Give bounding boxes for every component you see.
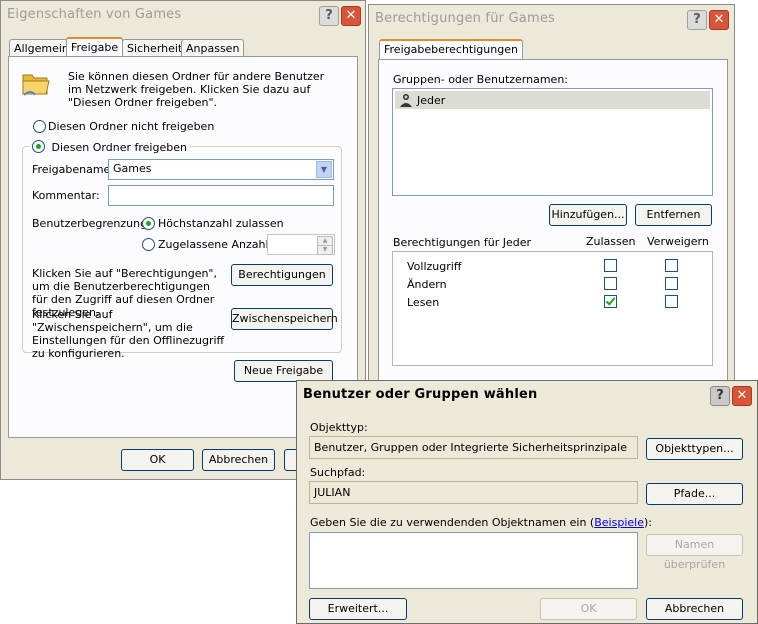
users-group-icon	[399, 93, 413, 107]
table-row: Ändern	[393, 276, 712, 292]
radio-allowed-count-label[interactable]: Zugelassene Anzahl:	[158, 238, 272, 251]
table-row: Lesen	[393, 294, 712, 310]
comment-label: Kommentar:	[32, 189, 100, 202]
radio-max-allowed-label[interactable]: Höchstanzahl zulassen	[158, 217, 284, 230]
window-title: Benutzer oder Gruppen wählen	[303, 387, 538, 402]
allow-checkbox[interactable]	[604, 295, 617, 308]
perm-name: Ändern	[407, 278, 447, 291]
titlebar[interactable]: Eigenschaften von Games ? ✕	[1, 1, 365, 29]
allow-checkbox[interactable]	[604, 277, 617, 290]
help-button[interactable]: ?	[319, 6, 339, 26]
ok-button[interactable]: OK	[540, 598, 637, 620]
radio-max-allowed[interactable]	[142, 217, 155, 230]
permissions-list: Vollzugriff Ändern Lesen	[392, 251, 713, 366]
allowed-count-spinner[interactable]: ▲ ▼	[267, 234, 335, 255]
permissions-button[interactable]: Berechtigungen	[231, 264, 333, 286]
window-title: Berechtigungen für Games	[375, 11, 555, 26]
window-title: Eigenschaften von Games	[7, 7, 182, 22]
search-path-field: JULIAN	[309, 481, 638, 504]
share-info-text: Sie können diesen Ordner für andere Benu…	[68, 70, 325, 109]
radio-allowed-count[interactable]	[142, 238, 155, 251]
object-type-field: Benutzer, Gruppen oder Integrierte Siche…	[309, 436, 638, 459]
remove-button[interactable]: Entfernen	[635, 204, 712, 226]
names-label: Gruppen- oder Benutzernamen:	[393, 73, 569, 86]
radio-no-share[interactable]	[33, 120, 46, 133]
share-name-value: Games	[113, 162, 152, 175]
deny-checkbox[interactable]	[665, 277, 678, 290]
ok-button[interactable]: OK	[121, 449, 194, 471]
radio-no-share-label[interactable]: Diesen Ordner nicht freigeben	[48, 120, 214, 133]
help-button[interactable]: ?	[710, 386, 730, 406]
close-button[interactable]: ✕	[341, 6, 361, 26]
shared-folder-icon	[21, 69, 51, 97]
deny-checkbox[interactable]	[665, 295, 678, 308]
enter-names-text: Geben Sie die zu verwendenden Objektname…	[310, 516, 595, 529]
tab-allgemein[interactable]: Allgemein	[9, 39, 74, 57]
radio-share[interactable]	[32, 140, 45, 153]
new-share-button[interactable]: Neue Freigabe	[234, 360, 333, 382]
cancel-button[interactable]: Abbrechen	[202, 449, 275, 471]
examples-link[interactable]: Beispiele	[594, 516, 644, 529]
cache-help-text: Klicken Sie auf "Zwischenspeichern", um …	[32, 308, 225, 360]
check-names-button[interactable]: Namen überprüfen	[646, 534, 743, 571]
close-button[interactable]: ✕	[709, 10, 729, 30]
cancel-button[interactable]: Abbrechen	[646, 598, 743, 620]
perm-name: Vollzugriff	[407, 260, 462, 273]
share-name-label: Freigabename:	[32, 163, 115, 176]
user-limit-label: Benutzerbegrenzung:	[32, 217, 151, 230]
table-row: Vollzugriff	[393, 258, 712, 274]
spinner-down-icon[interactable]: ▼	[317, 245, 333, 255]
tab-anpassen[interactable]: Anpassen	[181, 39, 245, 57]
perm-name: Lesen	[407, 296, 440, 309]
perm-header: Berechtigungen für Jeder	[393, 236, 532, 249]
list-item[interactable]: Jeder	[395, 91, 710, 109]
dropdown-arrow-icon[interactable]: ▼	[316, 161, 332, 178]
deny-header: Verweigern	[647, 235, 709, 248]
enter-names-text-end: ):	[643, 516, 652, 529]
share-name-combobox[interactable]: Games ▼	[108, 159, 334, 180]
object-names-input[interactable]	[309, 532, 638, 589]
enter-names-label: Geben Sie die zu verwendenden Objektname…	[310, 516, 652, 529]
select-users-dialog: Benutzer oder Gruppen wählen ? ✕ Objektt…	[296, 380, 758, 624]
help-button[interactable]: ?	[687, 10, 707, 30]
add-button[interactable]: Hinzufügen...	[549, 204, 627, 226]
advanced-button[interactable]: Erweitert...	[309, 598, 407, 620]
user-name: Jeder	[417, 94, 446, 107]
deny-checkbox[interactable]	[665, 259, 678, 272]
titlebar[interactable]: Berechtigungen für Games ? ✕	[369, 5, 734, 33]
comment-input[interactable]	[108, 185, 334, 206]
object-types-button[interactable]: Objekttypen...	[646, 438, 743, 460]
radio-share-label[interactable]: Diesen Ordner freigeben	[52, 141, 187, 154]
paths-button[interactable]: Pfade...	[646, 483, 743, 505]
close-button[interactable]: ✕	[732, 386, 752, 406]
object-type-label: Objekttyp:	[310, 421, 368, 434]
radio-share-wrap: Diesen Ordner freigeben	[29, 138, 190, 154]
search-path-label: Suchpfad:	[310, 466, 366, 479]
users-listbox[interactable]: Jeder	[392, 88, 713, 196]
cache-button[interactable]: Zwischenspeichern	[231, 308, 338, 330]
tab-share-permissions[interactable]: Freigabeberechtigungen	[379, 39, 523, 61]
allow-checkbox[interactable]	[604, 259, 617, 272]
allow-header: Zulassen	[586, 235, 636, 248]
titlebar[interactable]: Benutzer oder Gruppen wählen ? ✕	[297, 381, 757, 409]
tab-sicherheit[interactable]: Sicherheit	[122, 39, 188, 57]
